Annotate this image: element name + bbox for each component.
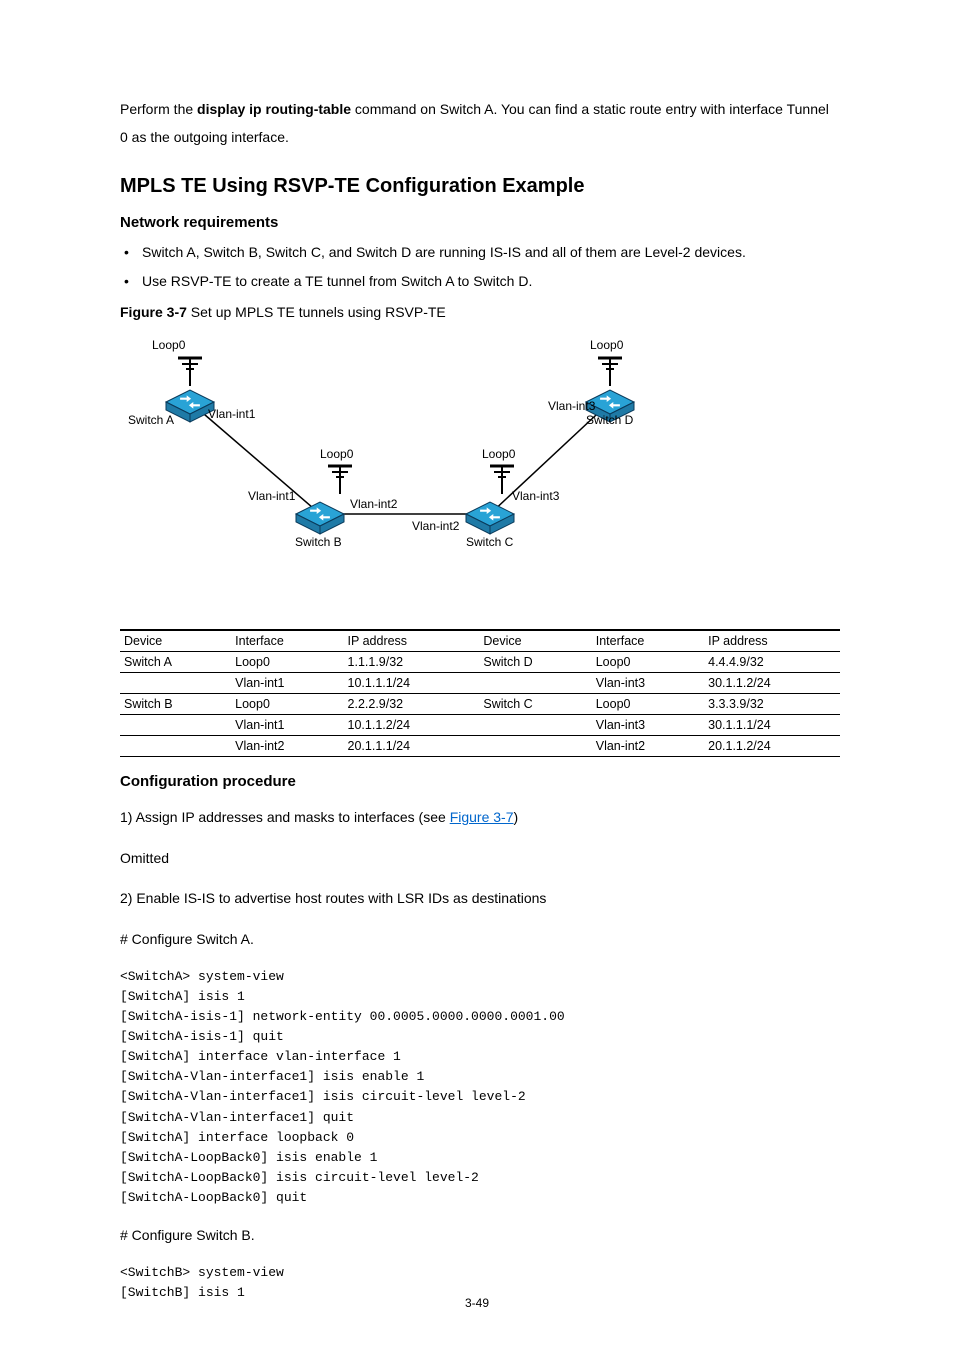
step1-text-b: ) <box>514 809 519 825</box>
label-switchA: Switch A <box>128 413 174 427</box>
intro-text-a: Perform the <box>120 101 197 117</box>
figure-link[interactable]: Figure 3-7 <box>450 809 514 825</box>
label-switchD: Switch D <box>586 413 634 427</box>
req-item-1: Switch A, Switch B, Switch C, and Switch… <box>142 239 834 266</box>
req-item-2: Use RSVP-TE to create a TE tunnel from S… <box>142 268 834 295</box>
cli-block-a: <SwitchA> system-view [SwitchA] isis 1 [… <box>120 967 834 1209</box>
label-loop0: Loop0 <box>320 447 354 461</box>
th-device2: Device <box>479 630 591 652</box>
label-vlan2: Vlan-int2 <box>350 497 398 511</box>
th-device: Device <box>120 630 231 652</box>
figure-caption: Figure 3-7 Set up MPLS TE tunnels using … <box>120 304 834 320</box>
table-row: Switch BLoop02.2.2.9/32Switch CLoop03.3.… <box>120 694 840 715</box>
table-header-row: Device Interface IP address Device Inter… <box>120 630 840 652</box>
table-row: Vlan-int220.1.1.1/24Vlan-int220.1.1.2/24 <box>120 736 840 757</box>
th-interface2: Interface <box>592 630 704 652</box>
network-diagram: Loop0 Loop0 Loop0 Loop0 Switch A Switch … <box>120 324 680 614</box>
table-row: Vlan-int110.1.1.2/24Vlan-int330.1.1.1/24 <box>120 715 840 736</box>
configure-switch-a: # Configure Switch A. <box>120 926 834 953</box>
section-title: MPLS TE Using RSVP-TE Configuration Exam… <box>120 175 834 198</box>
label-vlan1: Vlan-int1 <box>248 489 296 503</box>
table-row: Vlan-int110.1.1.1/24Vlan-int330.1.1.2/24 <box>120 673 840 694</box>
figure-caption-text: Set up MPLS TE tunnels using RSVP-TE <box>191 304 446 320</box>
step-1: 1) Assign IP addresses and masks to inte… <box>120 804 834 831</box>
step1-text-a: 1) Assign IP addresses and masks to inte… <box>120 809 450 825</box>
requirements-list: Switch A, Switch B, Switch C, and Switch… <box>120 239 834 294</box>
device-table: Device Interface IP address Device Inter… <box>120 629 840 757</box>
configure-switch-b: # Configure Switch B. <box>120 1222 834 1249</box>
label-vlan3: Vlan-int3 <box>548 399 596 413</box>
label-switchB: Switch B <box>295 535 342 549</box>
cmd-name: display ip routing-table <box>197 101 351 117</box>
label-vlan2: Vlan-int2 <box>412 519 460 533</box>
intro-paragraph: Perform the display ip routing-table com… <box>120 95 834 151</box>
label-vlan1: Vlan-int1 <box>208 407 256 421</box>
th-ip: IP address <box>344 630 480 652</box>
th-ip2: IP address <box>704 630 840 652</box>
label-loop0: Loop0 <box>152 338 186 352</box>
figure-number: Figure 3-7 <box>120 304 187 320</box>
table-row: Switch ALoop01.1.1.9/32Switch DLoop04.4.… <box>120 652 840 673</box>
label-switchC: Switch C <box>466 535 514 549</box>
omitted: Omitted <box>120 845 834 872</box>
th-interface: Interface <box>231 630 343 652</box>
network-req-title: Network requirements <box>120 214 834 231</box>
page-number: 3-49 <box>0 1296 954 1310</box>
label-loop0: Loop0 <box>590 338 624 352</box>
label-vlan3: Vlan-int3 <box>512 489 560 503</box>
step-2: 2) Enable IS-IS to advertise host routes… <box>120 885 834 912</box>
label-loop0: Loop0 <box>482 447 516 461</box>
config-procedure-title: Configuration procedure <box>120 773 834 790</box>
